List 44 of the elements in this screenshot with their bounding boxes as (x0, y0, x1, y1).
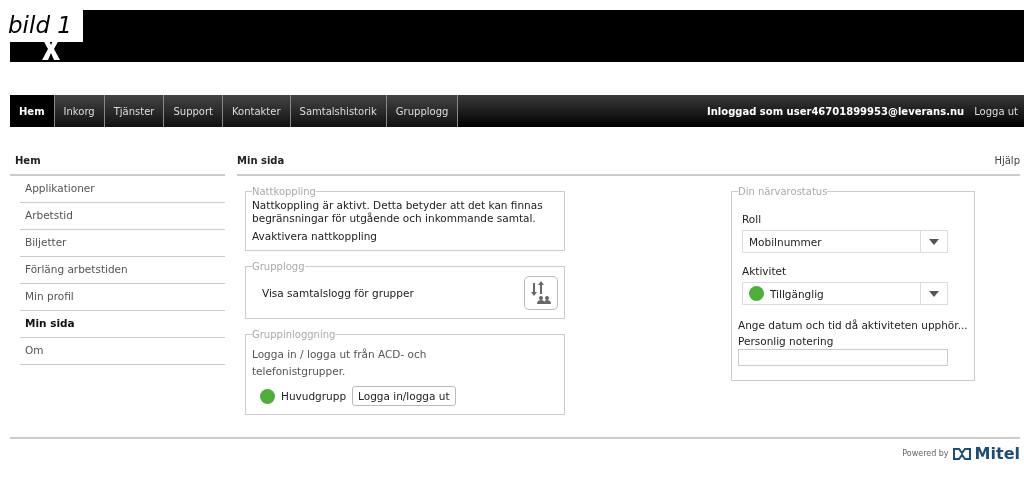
dropdown-caret-icon (929, 238, 939, 245)
powered-by-text: Powered by (902, 449, 949, 458)
sidebar-item[interactable]: Applikationer (20, 176, 225, 203)
nav-tab[interactable]: Samtalshistorik (290, 95, 387, 127)
logout-link[interactable]: Logga ut (974, 105, 1018, 117)
nav-tab[interactable]: Tjänster (104, 95, 165, 127)
sidebar-item[interactable]: Arbetstid (20, 203, 225, 230)
role-label: Roll (742, 213, 763, 225)
sidebar-title: Hem (10, 150, 225, 176)
logged-in-user: Inloggad som user46701899953@leverans.nu (707, 105, 965, 117)
group-login-text: Logga in / logga ut från ACD- och telefonistgrupper. (252, 347, 428, 379)
group-log-text: Visa samtalslogg för grupper (262, 287, 414, 299)
sidebar-item[interactable]: Min profil (20, 284, 225, 311)
panel-legend: Din närvarostatus (738, 186, 828, 197)
nav-tab[interactable]: Inkorg (54, 95, 105, 127)
end-time-link[interactable]: Ange datum och tid då aktiviteten upphör... (738, 319, 968, 331)
nav-tab[interactable]: Support (164, 95, 223, 127)
sidebar-item[interactable]: Min sida (20, 311, 225, 338)
nav-tab[interactable]: Grupplogg (386, 95, 459, 127)
panel-legend: Nattkoppling (252, 186, 316, 197)
sidebar-item[interactable]: Om (20, 338, 225, 365)
sidebar-item[interactable]: Biljetter (20, 230, 225, 257)
dropdown-caret-icon (929, 290, 939, 297)
note-label: Personlig notering (738, 335, 835, 347)
note-field[interactable] (738, 349, 948, 366)
activity-dropdown[interactable]: Tillgänglig (742, 282, 948, 305)
brand-logo-icon (952, 447, 971, 460)
role-dropdown[interactable]: Mobilnummer (742, 230, 948, 253)
group-log-button[interactable] (524, 276, 558, 310)
call-log-group-icon (529, 281, 553, 305)
activity-value: Tillgänglig (770, 287, 824, 300)
night-mode-text: Nattkoppling är aktivt. Detta betyder att det kan finnas begränsningar för utgående och inkommande samtal. (252, 199, 544, 225)
panel-legend: Grupplogg (252, 261, 305, 272)
group-name: Huvudgrupp (281, 390, 347, 402)
help-link[interactable]: Hjälp (994, 155, 1020, 166)
activity-label: Aktivitet (742, 265, 788, 277)
nav-tab[interactable]: Hem (10, 95, 55, 127)
deactivate-link[interactable]: Avaktivera nattkoppling (252, 230, 378, 242)
nav-tab[interactable]: Kontakter (223, 95, 291, 127)
panel-legend: Gruppinloggning (252, 329, 336, 340)
login-logout-button[interactable]: Logga in/logga ut (352, 386, 456, 406)
brand-name: Mitel (974, 444, 1020, 463)
page-title: Min sida (237, 155, 285, 166)
sidebar-item[interactable]: Förläng arbetstiden (20, 257, 225, 284)
